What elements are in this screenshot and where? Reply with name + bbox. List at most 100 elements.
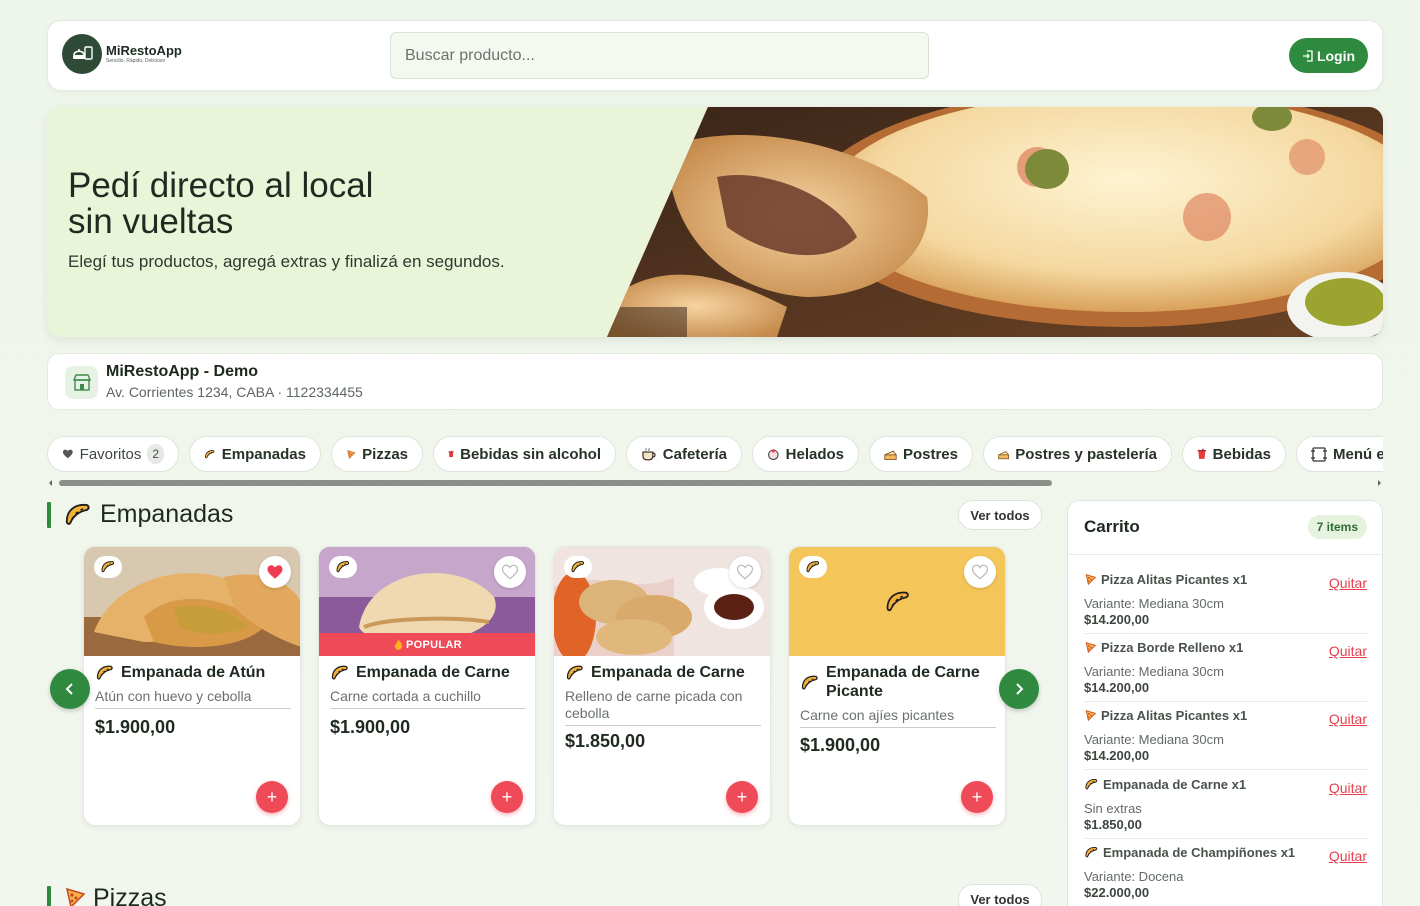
- chip-pizzas[interactable]: Pizzas: [331, 436, 423, 472]
- remove-item-link[interactable]: Quitar: [1329, 711, 1367, 727]
- cart-item: Empanada de Champiñones x1 Variante: Doc…: [1084, 839, 1367, 906]
- chip-cafeteria[interactable]: Cafetería: [626, 436, 742, 472]
- empanada-icon: [1084, 777, 1099, 792]
- empanada-icon: [204, 446, 216, 463]
- empanada-icon: [63, 500, 93, 530]
- cart-item: Pizza Alitas Picantes x1 Variante: Media…: [1084, 702, 1367, 770]
- chip-label: Menú e: [1333, 445, 1383, 463]
- scrollbar-thumb[interactable]: [59, 480, 1052, 486]
- cart-item-name: Empanada de Carne x1: [1084, 777, 1246, 792]
- section-title: Empanadas: [100, 500, 234, 528]
- empanada-icon: [570, 559, 586, 575]
- product-name: Empanada de Atún: [95, 663, 295, 683]
- heart-icon: [62, 447, 74, 461]
- heart-icon: [266, 563, 284, 581]
- heart-icon: [501, 563, 519, 581]
- section-header-pizzas: Pizzas: [47, 884, 347, 906]
- product-description: Carne cortada a cuchillo: [330, 688, 526, 709]
- chip-menu[interactable]: Menú e: [1296, 436, 1383, 472]
- cart-panel: Carrito 7 items Pizza Alitas Picantes x1…: [1067, 500, 1383, 906]
- product-card[interactable]: Empanada de Carne Picante Carne con ajíe…: [788, 546, 1006, 826]
- cart-item-name: Empanada de Champiñones x1: [1084, 845, 1295, 860]
- chip-postres-y-pasteleria[interactable]: Postres y pastelería: [983, 436, 1172, 472]
- cart-item-variant: Variante: Docena: [1084, 869, 1184, 884]
- scroll-left-icon: [49, 480, 52, 486]
- chip-label: Pizzas: [362, 445, 408, 463]
- add-to-cart-button[interactable]: +: [726, 781, 758, 813]
- cart-item-price: $14.200,00: [1084, 748, 1150, 763]
- chip-label: Bebidas sin alcohol: [460, 445, 601, 463]
- product-card[interactable]: Empanada de Carne Relleno de carne picad…: [553, 546, 771, 826]
- chip-label: Empanadas: [221, 445, 306, 463]
- cart-header: Carrito 7 items: [1068, 501, 1382, 555]
- chevron-right-icon: [1016, 683, 1024, 695]
- ver-todos-button[interactable]: Ver todos: [958, 884, 1042, 906]
- remove-item-link[interactable]: Quitar: [1329, 575, 1367, 591]
- cart-count-badge: 7 items: [1307, 515, 1367, 539]
- favorite-button[interactable]: [964, 556, 996, 588]
- search-input[interactable]: [390, 32, 929, 79]
- chip-label: Postres y pastelería: [1015, 445, 1157, 463]
- store-icon: [65, 366, 98, 399]
- add-to-cart-button[interactable]: +: [256, 781, 288, 813]
- empanada-icon: [1084, 845, 1099, 860]
- product-card[interactable]: POPULAR Empanada de Carne Carne cortada …: [318, 546, 536, 826]
- cart-item: Empanada de Carne x1 Sin extras $1.850,0…: [1084, 771, 1367, 839]
- ver-todos-button[interactable]: Ver todos: [958, 500, 1042, 530]
- carousel-next-button[interactable]: [999, 669, 1039, 709]
- empanada-icon: [884, 588, 912, 616]
- cart-item-name: Pizza Alitas Picantes x1: [1084, 572, 1247, 587]
- chip-favoritos[interactable]: Favoritos 2: [47, 436, 179, 472]
- chip-postres[interactable]: Postres: [869, 436, 973, 472]
- cart-item-name: Pizza Alitas Picantes x1: [1084, 708, 1247, 723]
- empanada-icon: [95, 663, 115, 683]
- heart-icon: [736, 563, 754, 581]
- chip-empanadas[interactable]: Empanadas: [189, 436, 321, 472]
- cart-item-price: $1.850,00: [1084, 817, 1142, 832]
- product-price: $1.900,00: [800, 735, 881, 755]
- product-description: Atún con huevo y cebolla: [95, 688, 291, 709]
- heart-icon: [971, 563, 989, 581]
- empanada-icon: [565, 663, 585, 683]
- cake-icon: [998, 450, 1010, 459]
- store-name: MiRestoApp - Demo: [106, 363, 258, 380]
- scroll-right-icon: [1378, 480, 1381, 486]
- chip-bebidas[interactable]: Bebidas: [1182, 436, 1286, 472]
- favorite-button[interactable]: [259, 556, 291, 588]
- cup-icon: [448, 450, 454, 458]
- pizza-icon: [1084, 709, 1097, 722]
- section-accent-bar: [47, 886, 51, 906]
- login-label: Login: [1316, 47, 1356, 64]
- add-to-cart-button[interactable]: +: [491, 781, 523, 813]
- favorite-button[interactable]: [729, 556, 761, 588]
- pizza-icon: [1084, 573, 1097, 586]
- login-button[interactable]: Login: [1289, 38, 1368, 73]
- add-to-cart-button[interactable]: +: [961, 781, 993, 813]
- cart-item-variant: Sin extras: [1084, 801, 1142, 816]
- logo-icon[interactable]: [62, 34, 102, 74]
- cart-item-price: $22.000,00: [1084, 885, 1150, 900]
- chip-bebidas-sin-alcohol[interactable]: Bebidas sin alcohol: [433, 436, 616, 472]
- pizza-icon: [63, 886, 87, 906]
- ice-cream-icon: [768, 449, 779, 461]
- category-chips: Favoritos 2 Empanadas Pizzas Bebidas sin…: [47, 436, 1383, 472]
- product-card[interactable]: Empanada de Atún Atún con huevo y ceboll…: [83, 546, 301, 826]
- store-info-card: MiRestoApp - Demo Av. Corrientes 1234, C…: [47, 353, 1383, 410]
- remove-item-link[interactable]: Quitar: [1329, 643, 1367, 659]
- remove-item-link[interactable]: Quitar: [1329, 780, 1367, 796]
- cart-item-name: Pizza Borde Relleno x1: [1084, 640, 1243, 655]
- hero-food-image: [607, 107, 1383, 337]
- product-name: Empanada de Carne Picante: [800, 663, 1000, 701]
- pizza-icon: [346, 447, 356, 462]
- remove-item-link[interactable]: Quitar: [1329, 848, 1367, 864]
- carousel-prev-button[interactable]: [50, 669, 90, 709]
- chip-helados[interactable]: Helados: [752, 436, 859, 472]
- favorites-count: 2: [147, 444, 164, 464]
- category-badge: [94, 556, 122, 578]
- chevron-left-icon: [65, 683, 73, 695]
- section-header-empanadas: Empanadas: [47, 500, 347, 530]
- cart-item: Pizza Borde Relleno x1 Variante: Mediana…: [1084, 634, 1367, 702]
- chips-scrollbar[interactable]: [47, 478, 1383, 488]
- category-badge: [329, 556, 357, 578]
- favorite-button[interactable]: [494, 556, 526, 588]
